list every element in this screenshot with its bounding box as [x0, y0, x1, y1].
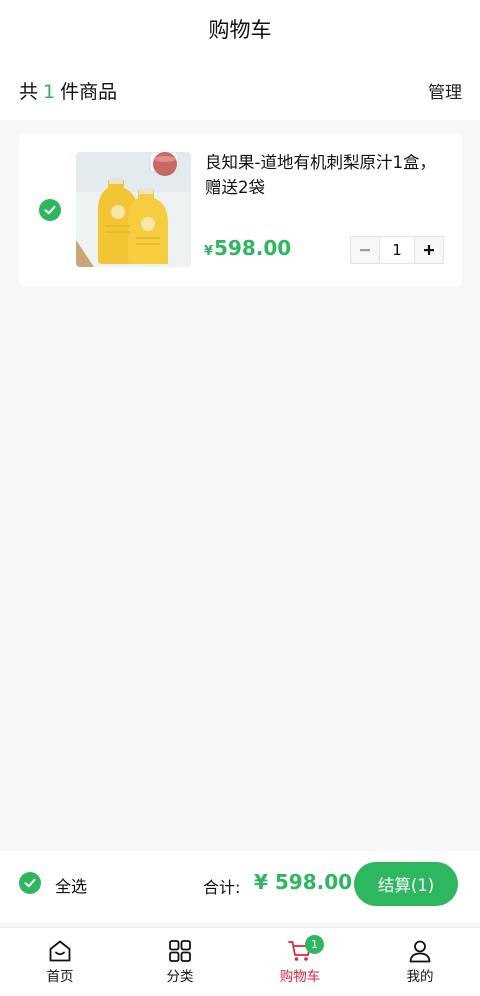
tab-profile[interactable]: 我的	[360, 928, 480, 996]
check-icon	[44, 205, 56, 215]
product-price: ¥598.00	[204, 236, 291, 260]
tab-label: 购物车	[279, 969, 321, 985]
check-icon	[24, 878, 36, 888]
increase-button[interactable]	[415, 237, 443, 263]
header: 购物车 共 1 件商品 管理	[0, 0, 480, 120]
currency-symbol: ¥	[204, 244, 214, 259]
count-value: 1	[43, 80, 56, 103]
count-prefix: 共	[19, 80, 39, 103]
manage-button[interactable]: 管理	[428, 78, 462, 103]
cart-summary-row: 共 1 件商品 管理	[19, 76, 462, 104]
tab-label: 分类	[166, 969, 194, 985]
total-label: 合计:	[203, 878, 241, 897]
product-image[interactable]	[76, 152, 191, 267]
user-icon	[409, 940, 431, 963]
total-value: ¥ 598.00	[254, 870, 353, 894]
decrease-button[interactable]	[351, 237, 379, 263]
select-all-checkbox[interactable]	[19, 872, 41, 894]
page-title: 购物车	[208, 18, 272, 42]
select-all-label[interactable]: 全选	[55, 873, 87, 897]
count-suffix: 件商品	[60, 80, 118, 103]
price-value: 598.00	[214, 236, 292, 260]
quantity-value[interactable]: 1	[379, 237, 415, 263]
minus-icon	[360, 249, 370, 252]
tab-label: 我的	[406, 969, 434, 985]
tab-cart[interactable]: 1 购物车	[240, 928, 360, 996]
bottom-tab-bar: 首页 分类 1 购物车 我的	[0, 927, 480, 996]
tab-home[interactable]: 首页	[0, 928, 120, 996]
grid-icon	[169, 940, 191, 962]
home-icon	[49, 940, 71, 962]
plus-icon	[424, 245, 434, 255]
tab-category[interactable]: 分类	[120, 928, 240, 996]
item-checkbox[interactable]	[39, 199, 61, 221]
cart-item: 良知果-道地有机刺梨原汁1盒，赠送2袋 ¥598.00 1	[19, 134, 462, 286]
checkout-button[interactable]: 结算(1)	[354, 862, 458, 906]
juice-pouch-image	[76, 152, 191, 267]
quantity-stepper: 1	[350, 236, 444, 264]
cart-badge: 1	[305, 935, 324, 954]
item-count: 共 1 件商品	[19, 77, 117, 104]
checkout-bar: 全选 合计: ¥ 598.00 结算(1)	[0, 851, 480, 923]
product-name[interactable]: 良知果-道地有机刺梨原汁1盒，赠送2袋	[205, 150, 450, 200]
tab-label: 首页	[46, 969, 74, 985]
